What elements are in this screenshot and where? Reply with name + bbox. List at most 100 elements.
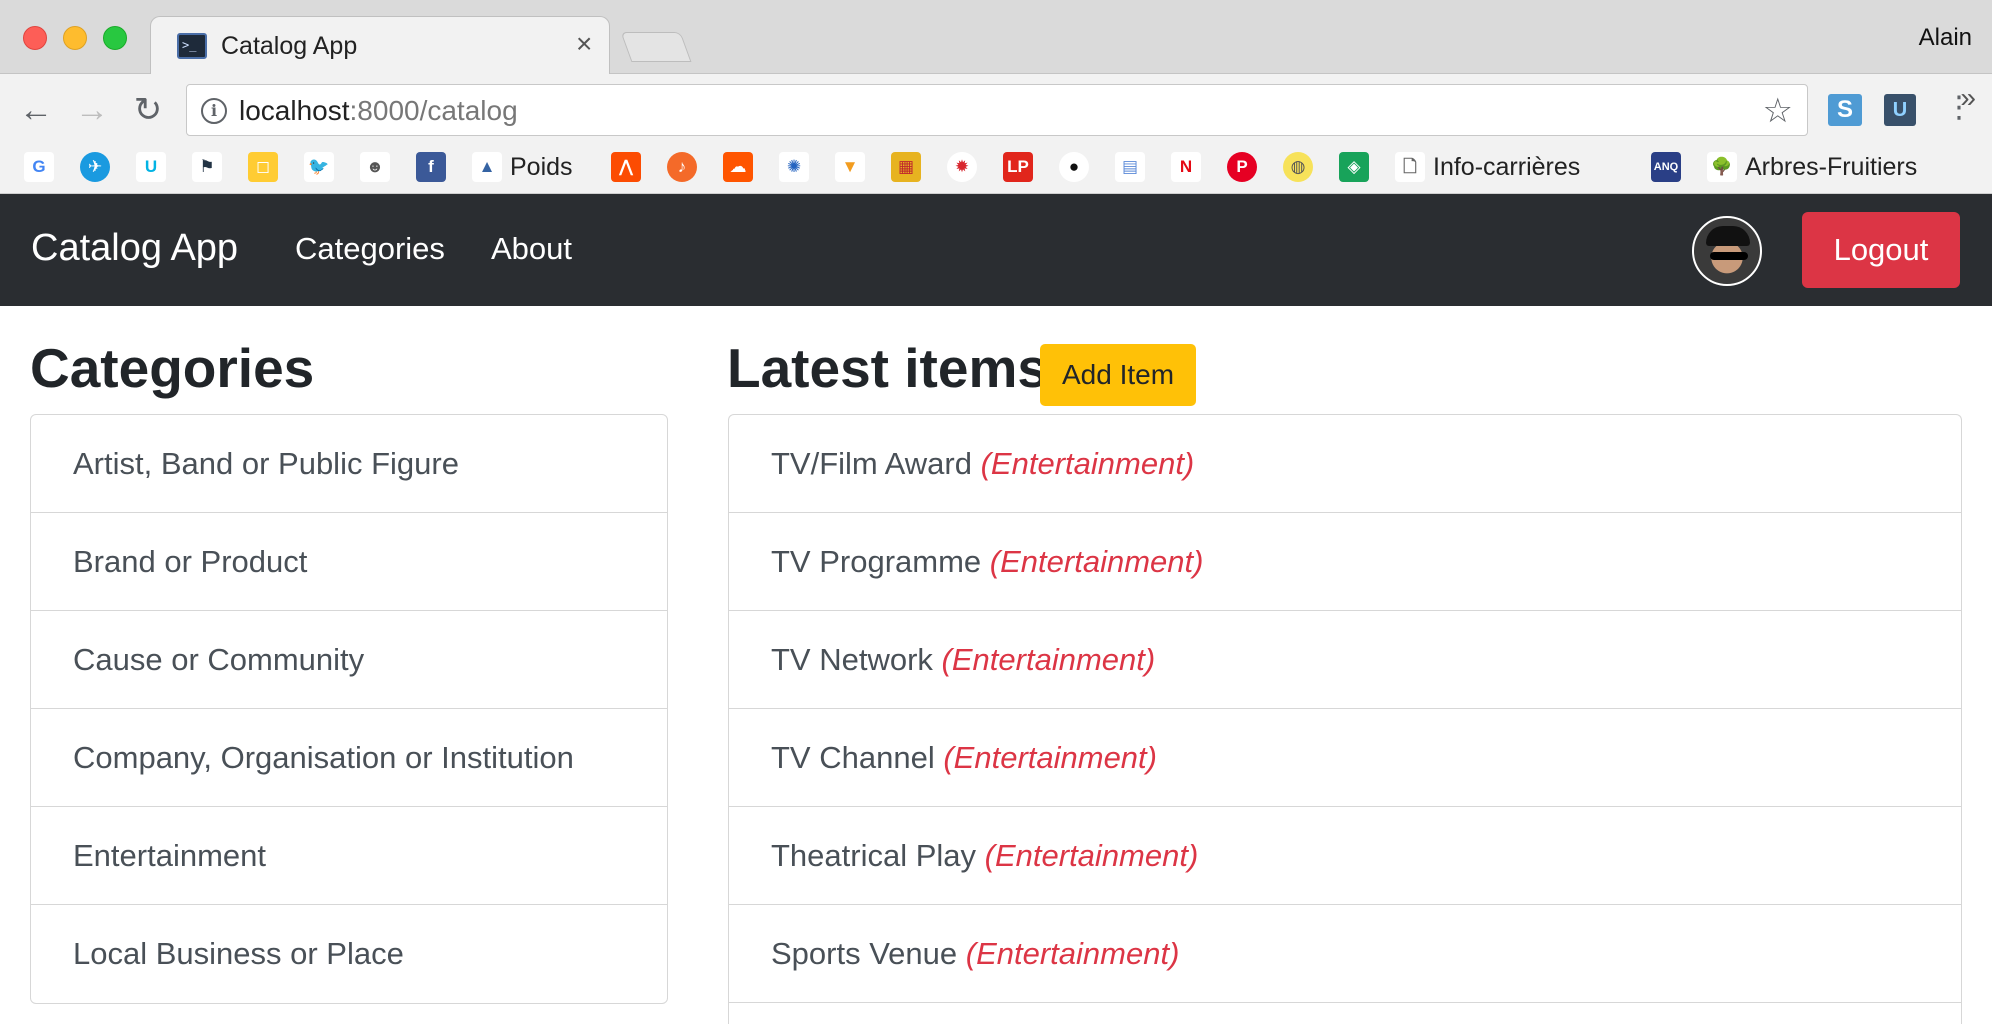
bookmark-pinterest[interactable]: P xyxy=(1227,150,1257,184)
category-item[interactable]: Artist, Band or Public Figure xyxy=(31,415,667,513)
bookmark-music[interactable]: ♪ xyxy=(667,150,697,184)
tab-close-icon[interactable]: × xyxy=(576,29,592,59)
latest-item[interactable]: TV Programme (Entertainment) xyxy=(729,513,1961,611)
netflix-icon: N xyxy=(1171,152,1201,182)
wedge-icon: ▼ xyxy=(835,152,865,182)
bookmark-green-square[interactable]: ◈ xyxy=(1339,150,1369,184)
category-item[interactable]: Brand or Product xyxy=(31,513,667,611)
bookmark-square[interactable]: ◻ xyxy=(248,150,278,184)
udacity-icon: U xyxy=(136,152,166,182)
user-avatar[interactable] xyxy=(1692,216,1762,286)
bookmark-lighthouse[interactable]: ⚑ xyxy=(192,150,222,184)
lighthouse-icon: ⚑ xyxy=(192,152,222,182)
ball-icon: ◍ xyxy=(1283,152,1313,182)
item-category: (Entertainment) xyxy=(965,936,1180,971)
profile-name[interactable]: Alain xyxy=(1919,24,1972,52)
latest-item[interactable]: TV Channel (Entertainment) xyxy=(729,709,1961,807)
new-tab-button[interactable] xyxy=(620,32,692,62)
item-category: (Entertainment) xyxy=(984,838,1199,873)
latest-item[interactable]: Sports Venue (Entertainment) xyxy=(729,905,1961,1003)
bookmark-twitter[interactable]: 🐦 xyxy=(304,150,334,184)
item-category: (Entertainment) xyxy=(980,446,1195,481)
item-name: TV Channel xyxy=(771,740,935,775)
item-category: (Entertainment) xyxy=(989,544,1204,579)
item-category: (Entertainment) xyxy=(943,740,1157,775)
google-icon: G xyxy=(24,152,54,182)
info-icon[interactable]: i xyxy=(201,98,227,124)
calendar-g-icon: ▤ xyxy=(1115,152,1145,182)
github-icon: ● xyxy=(1059,152,1089,182)
logout-button[interactable]: Logout xyxy=(1802,212,1960,288)
bookmark-lp[interactable]: LP xyxy=(1003,150,1033,184)
bookmark-udacity[interactable]: U xyxy=(136,150,166,184)
bookmark-reddit[interactable]: ☻ xyxy=(360,150,390,184)
bookmark-facebook[interactable]: f xyxy=(416,150,446,184)
back-arrow-icon[interactable]: ← xyxy=(16,90,56,130)
latest-item[interactable]: Theatrical Play (Entertainment) xyxy=(729,807,1961,905)
twitter-icon: 🐦 xyxy=(304,152,334,182)
latest-items-heading: Latest items xyxy=(727,337,1048,399)
green-square-icon: ◈ xyxy=(1339,152,1369,182)
item-category: (Entertainment) xyxy=(941,642,1156,677)
extension-s-icon[interactable]: S xyxy=(1828,94,1862,126)
bookmark-ball[interactable]: ◍ xyxy=(1283,150,1313,184)
latest-item[interactable]: TV Network (Entertainment) xyxy=(729,611,1961,709)
nav-link-categories[interactable]: Categories xyxy=(295,231,445,267)
avatar-cap xyxy=(1706,226,1750,246)
reload-icon[interactable]: ↻ xyxy=(128,90,168,130)
bookmarks-overflow-icon[interactable]: » xyxy=(1960,82,1976,114)
bookmark-page[interactable]: 🗋 Info-carrières xyxy=(1395,150,1580,184)
extension-udacity-icon[interactable]: U xyxy=(1884,94,1916,126)
lp-icon: LP xyxy=(1003,152,1033,182)
add-item-button[interactable]: Add Item xyxy=(1040,344,1196,406)
bookmark-netflix[interactable]: N xyxy=(1171,150,1201,184)
brand-link[interactable]: Catalog App xyxy=(31,227,238,270)
latest-item[interactable]: TV/Film Award (Entertainment) xyxy=(729,415,1961,513)
music-icon: ♪ xyxy=(667,152,697,182)
bookmark-plane[interactable]: ✈ xyxy=(80,150,110,184)
facebook-icon: f xyxy=(416,152,446,182)
soundcloud-icon: ☁ xyxy=(723,152,753,182)
bookmark-radio-canada[interactable]: ✹ xyxy=(947,150,977,184)
item-name: TV/Film Award xyxy=(771,446,972,481)
bookmark-wedge[interactable]: ▼ xyxy=(835,150,865,184)
url-text[interactable]: localhost:8000/catalog xyxy=(239,95,518,127)
bookmark-google[interactable]: G xyxy=(24,150,54,184)
bookmark-calendar[interactable]: ▦ xyxy=(891,150,921,184)
minimize-window-icon[interactable] xyxy=(63,26,87,50)
terminal-favicon-icon: >_ xyxy=(177,33,207,59)
latest-items-list: TV/Film Award (Entertainment) TV Program… xyxy=(728,414,1962,1024)
triangle-icon: ▲ xyxy=(472,152,502,182)
category-item[interactable]: Cause or Community xyxy=(31,611,667,709)
category-item[interactable]: Company, Organisation or Institution xyxy=(31,709,667,807)
radio-canada-icon: ✹ xyxy=(947,152,977,182)
bookmark-label: Poids xyxy=(510,152,573,181)
item-name: TV Network xyxy=(771,642,933,677)
categories-heading: Categories xyxy=(30,337,315,399)
globe-icon: ✺ xyxy=(779,152,809,182)
zoom-window-icon[interactable] xyxy=(103,26,127,50)
strava-icon: ⋀ xyxy=(611,152,641,182)
nav-link-about[interactable]: About xyxy=(491,231,572,267)
bookmark-globe[interactable]: ✺ xyxy=(779,150,809,184)
browser-toolbar: ← → ↻ i localhost:8000/catalog ☆ S U ⋮ G… xyxy=(0,74,1992,194)
category-item[interactable]: Entertainment xyxy=(31,807,667,905)
browser-titlebar: >_ Catalog App × Alain xyxy=(0,0,1992,74)
tab-title: Catalog App xyxy=(221,32,358,60)
bookmark-star-icon[interactable]: ☆ xyxy=(1763,91,1793,131)
item-name: Sports Venue xyxy=(771,936,958,971)
bookmark-calendar-g[interactable]: ▤ xyxy=(1115,150,1145,184)
bookmark-triangle[interactable]: ▲ Poids xyxy=(472,150,573,184)
browser-tab[interactable]: >_ Catalog App × xyxy=(150,16,610,74)
bookmark-soundcloud[interactable]: ☁ xyxy=(723,150,753,184)
close-window-icon[interactable] xyxy=(23,26,47,50)
address-bar[interactable]: i localhost:8000/catalog ☆ xyxy=(186,84,1808,136)
category-item[interactable]: Local Business or Place xyxy=(31,905,667,1003)
app-navbar: Catalog App Categories About Logout xyxy=(0,194,1992,306)
item-name: TV Programme xyxy=(771,544,982,579)
bookmark-tree[interactable]: 🌳 Arbres-Fruitiers xyxy=(1707,150,1917,184)
bookmark-anq[interactable]: ANQ xyxy=(1651,150,1681,184)
bookmark-strava[interactable]: ⋀ xyxy=(611,150,641,184)
bookmark-github[interactable]: ● xyxy=(1059,150,1089,184)
forward-arrow-icon[interactable]: → xyxy=(72,90,112,130)
